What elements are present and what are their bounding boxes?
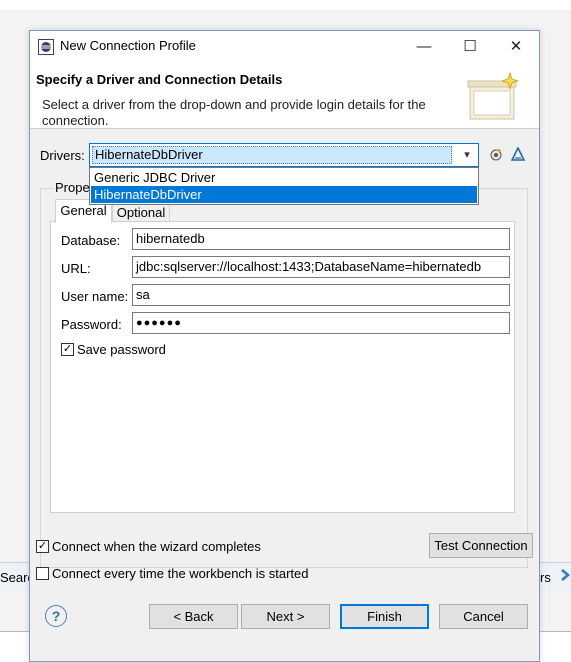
connect-every-time-checkbox[interactable] (36, 567, 49, 580)
connect-every-time-label: Connect every time the workbench is star… (52, 566, 309, 581)
username-label: User name: (61, 289, 129, 304)
database-wizard-icon (467, 71, 520, 120)
wizard-page-description: Select a driver from the drop-down and p… (42, 97, 426, 128)
connect-when-complete-checkbox[interactable]: ✓ (36, 540, 49, 553)
dropdown-option-hibernatedbdriver[interactable]: HibernateDbDriver (91, 186, 477, 203)
back-button[interactable]: < Back (149, 604, 238, 629)
save-password-checkbox[interactable]: ✓ (61, 343, 74, 356)
minimize-button[interactable]: — (401, 31, 447, 61)
wizard-page-title: Specify a Driver and Connection Details (36, 72, 283, 87)
close-button[interactable]: ✕ (493, 31, 539, 61)
password-field[interactable]: ●●●●●● (132, 312, 510, 334)
edit-driver-icon[interactable] (511, 147, 525, 161)
title-bar: New Connection Profile — ☐ ✕ (30, 31, 539, 61)
database-label: Database: (61, 233, 121, 248)
drivers-dropdown-list: Generic JDBC Driver HibernateDbDriver (89, 167, 479, 205)
eclipse-icon (38, 39, 54, 55)
save-password-label: Save password (77, 342, 166, 357)
workbench-view-icon[interactable] (560, 567, 571, 583)
password-label: Password: (61, 317, 122, 332)
drivers-combo[interactable]: HibernateDbDriver ▾ (89, 143, 479, 167)
help-icon[interactable]: ? (45, 605, 67, 627)
tab-optional[interactable]: Optional (112, 202, 170, 222)
workbench-top-strip (0, 0, 571, 10)
database-field[interactable]: hibernatedb (132, 228, 510, 250)
workbench-right-tab[interactable]: rs (540, 570, 551, 585)
username-field[interactable]: sa (132, 284, 510, 306)
dropdown-option-generic-jdbc[interactable]: Generic JDBC Driver (91, 169, 477, 186)
test-connection-button[interactable]: Test Connection (429, 533, 533, 558)
connect-when-complete-label: Connect when the wizard completes (52, 539, 261, 554)
finish-button[interactable]: Finish (340, 604, 429, 629)
chevron-down-icon[interactable]: ▾ (458, 145, 476, 165)
next-button[interactable]: Next > (241, 604, 330, 629)
url-field[interactable]: jdbc:sqlserver://localhost:1433;Database… (132, 256, 510, 278)
cancel-button[interactable]: Cancel (439, 604, 528, 629)
url-label: URL: (61, 261, 91, 276)
properties-group-label: Prope (54, 180, 91, 195)
new-driver-icon[interactable] (489, 147, 503, 161)
wizard-header: Specify a Driver and Connection Details … (30, 61, 539, 129)
dialog-title: New Connection Profile (60, 38, 196, 53)
new-connection-profile-dialog: New Connection Profile — ☐ ✕ Specify a D… (29, 30, 540, 662)
drivers-selected-value: HibernateDbDriver (92, 146, 452, 164)
maximize-button[interactable]: ☐ (447, 31, 493, 61)
drivers-label: Drivers: (40, 148, 85, 163)
